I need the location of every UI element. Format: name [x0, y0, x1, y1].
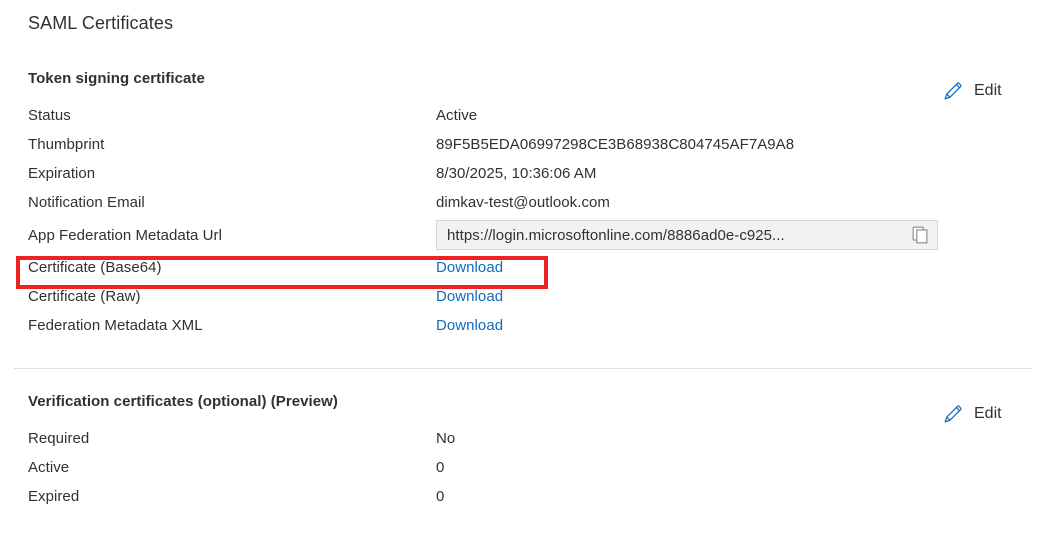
edit-token-signing-certificate-button[interactable]: Edit [942, 80, 1002, 102]
property-label: Expired [28, 488, 80, 505]
property-value-active: 0 [436, 459, 445, 476]
property-label: Federation Metadata XML [28, 317, 203, 334]
app-federation-metadata-url-input[interactable] [447, 226, 903, 244]
property-row-status: Status Active [0, 104, 1051, 133]
property-value-expired: 0 [436, 488, 445, 505]
saml-certificates-page: SAML Certificates Token signing certific… [0, 0, 1051, 537]
app-federation-metadata-url-field[interactable] [436, 220, 938, 250]
section-divider [14, 368, 1032, 369]
edit-button-label: Edit [974, 405, 1002, 422]
property-label: Thumbprint [28, 136, 105, 153]
property-label: App Federation Metadata Url [28, 227, 222, 244]
page-title: SAML Certificates [28, 13, 174, 33]
property-label: Status [28, 107, 71, 124]
property-value-required: No [436, 430, 456, 447]
download-federation-metadata-xml-link[interactable]: Download [436, 317, 503, 334]
property-value-notification-email: dimkav-test@outlook.com [436, 194, 610, 211]
property-row-certificate-base64: Certificate (Base64) Download [0, 256, 1051, 285]
property-row-app-federation-metadata-url: App Federation Metadata Url [0, 220, 1051, 256]
property-label: Active [28, 459, 70, 476]
property-value-status: Active [436, 107, 478, 124]
property-row-thumbprint: Thumbprint 89F5B5EDA06997298CE3B68938C80… [0, 133, 1051, 162]
token-signing-property-list: Status Active Thumbprint 89F5B5EDA069972… [0, 104, 1051, 343]
download-certificate-raw-link[interactable]: Download [436, 288, 503, 305]
property-row-certificate-raw: Certificate (Raw) Download [0, 285, 1051, 314]
property-row-federation-metadata-xml: Federation Metadata XML Download [0, 314, 1051, 343]
property-label: Certificate (Raw) [28, 288, 141, 305]
property-row-notification-email: Notification Email dimkav-test@outlook.c… [0, 191, 1051, 220]
section-heading-verification-certificates: Verification certificates (optional) (Pr… [28, 393, 338, 410]
property-value-thumbprint: 89F5B5EDA06997298CE3B68938C804745AF7A9A8 [436, 136, 795, 153]
property-label: Certificate (Base64) [28, 259, 162, 276]
download-certificate-base64-link[interactable]: Download [436, 259, 503, 276]
section-heading-token-signing: Token signing certificate [28, 70, 205, 87]
property-label: Required [28, 430, 90, 447]
copy-icon[interactable] [909, 224, 931, 246]
property-label: Expiration [28, 165, 96, 182]
pencil-icon [942, 80, 964, 102]
edit-verification-certificates-button[interactable]: Edit [942, 403, 1002, 425]
edit-button-label: Edit [974, 82, 1002, 99]
property-label: Notification Email [28, 194, 145, 211]
property-row-expiration: Expiration 8/30/2025, 10:36:06 AM [0, 162, 1051, 191]
property-row-expired: Expired 0 [0, 485, 1051, 514]
verification-certificates-property-list: Required No Active 0 Expired 0 [0, 427, 1051, 514]
property-row-active: Active 0 [0, 456, 1051, 485]
pencil-icon [942, 403, 964, 425]
property-value-expiration: 8/30/2025, 10:36:06 AM [436, 165, 597, 182]
property-row-required: Required No [0, 427, 1051, 456]
